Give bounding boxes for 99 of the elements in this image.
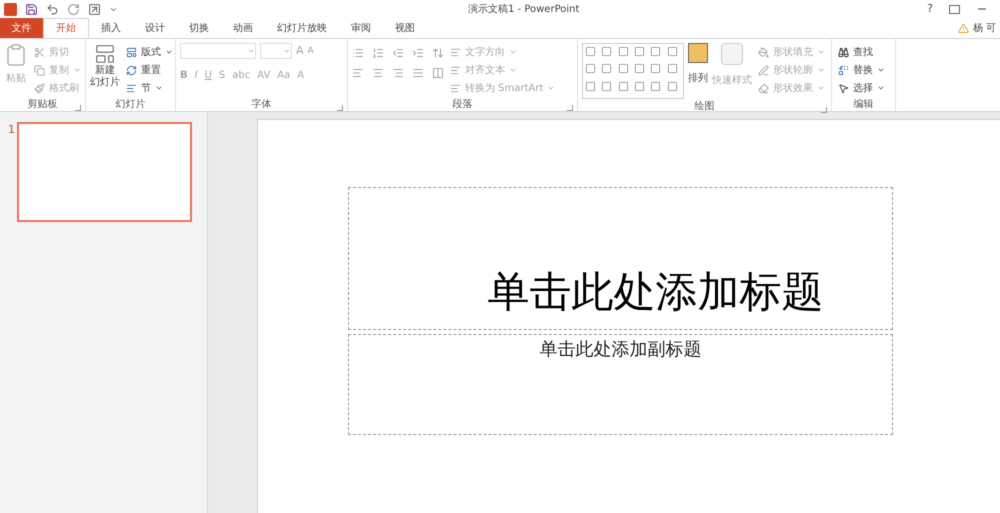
shape-icon[interactable]	[634, 63, 645, 74]
shape-icon[interactable]	[666, 46, 678, 57]
shape-icon[interactable]	[634, 46, 645, 57]
layout-icon	[126, 46, 137, 58]
caret-icon	[817, 66, 825, 74]
caret-icon	[509, 66, 517, 74]
ribbon-button[interactable]: 节	[124, 79, 175, 97]
pen-icon	[758, 64, 769, 76]
caret-icon	[165, 48, 173, 56]
ribbon-button[interactable]: 版式	[124, 43, 175, 61]
ribbon-button[interactable]: 替换	[836, 61, 887, 79]
indent-icon[interactable]	[412, 47, 424, 59]
shrink-font-button[interactable]: A	[308, 44, 314, 58]
ribbon-tab[interactable]: 动画	[221, 18, 265, 38]
caret-icon	[155, 84, 163, 92]
window-title: 演示文稿1 - PowerPoint	[468, 2, 580, 16]
undo-icon[interactable]	[46, 2, 59, 16]
ribbon-tab[interactable]: 开始	[43, 18, 89, 38]
shape-icon[interactable]	[601, 46, 612, 57]
group-label: 字体	[252, 98, 272, 112]
ribbon-button[interactable]: 查找	[836, 43, 887, 61]
shape-icon[interactable]	[634, 80, 645, 92]
ribbon-tab[interactable]: 视图	[383, 18, 427, 38]
redo-icon[interactable]	[67, 2, 80, 16]
scissors-icon	[34, 46, 45, 58]
shape-icon[interactable]	[585, 63, 596, 74]
paint-bucket-icon	[758, 46, 769, 58]
shape-icon[interactable]	[618, 63, 629, 74]
numbering-icon[interactable]	[372, 47, 384, 59]
shape-icon[interactable]	[666, 63, 678, 74]
ribbon-tab[interactable]: 切换	[177, 18, 221, 38]
new-slide-button[interactable]: 新建 幻灯片	[90, 43, 120, 97]
align-right-icon[interactable]	[392, 67, 404, 79]
app-logo-icon	[4, 2, 17, 16]
text-icon	[450, 64, 461, 76]
caret-icon	[547, 84, 556, 92]
dialog-launcher-icon[interactable]	[567, 105, 573, 111]
ribbon-tab[interactable]: 幻灯片放映	[265, 18, 339, 38]
dialog-launcher-icon[interactable]	[337, 105, 343, 111]
shape-icon[interactable]	[650, 80, 662, 92]
text-icon	[450, 82, 461, 94]
paintbrush-icon	[34, 82, 45, 94]
caret-icon	[817, 48, 825, 56]
slide-icon	[94, 43, 116, 65]
caret-icon	[73, 66, 81, 74]
slide-thumbnail[interactable]	[17, 122, 192, 222]
shape-icon[interactable]	[618, 80, 629, 92]
font-name-field[interactable]	[180, 43, 256, 60]
quick-styles-icon	[721, 43, 743, 65]
file-tab[interactable]: 文件	[0, 18, 43, 38]
ribbon-tab[interactable]: 审阅	[339, 18, 383, 38]
replace-icon	[838, 64, 849, 76]
shape-icon[interactable]	[585, 80, 596, 92]
caret-icon	[877, 84, 885, 92]
shape-icon[interactable]	[585, 46, 596, 57]
line-spacing-icon[interactable]	[432, 47, 444, 59]
ribbon-display-icon[interactable]	[949, 4, 960, 14]
caret-icon	[509, 48, 517, 56]
slide-number: 1	[8, 122, 15, 138]
shapes-gallery[interactable]	[582, 43, 684, 99]
align-left-icon[interactable]	[352, 67, 364, 79]
group-label: 剪贴板	[28, 98, 58, 112]
save-icon[interactable]	[25, 2, 38, 16]
ribbon-button[interactable]: 选择	[836, 79, 887, 97]
columns-icon[interactable]	[432, 67, 444, 79]
shape-icon[interactable]	[618, 46, 629, 57]
warning-icon	[958, 22, 969, 34]
shape-icon[interactable]	[650, 63, 662, 74]
ribbon-tab[interactable]: 设计	[133, 18, 177, 38]
justify-icon[interactable]	[412, 67, 424, 79]
outdent-icon[interactable]	[392, 47, 404, 59]
title-placeholder[interactable]: 单击此处添加标题	[348, 187, 893, 330]
caret-icon	[877, 66, 885, 74]
copy-icon	[34, 64, 45, 76]
ribbon-tab[interactable]: 插入	[89, 18, 133, 38]
eraser-icon	[758, 82, 769, 94]
subtitle-placeholder[interactable]: 单击此处添加副标题	[348, 334, 893, 435]
dialog-launcher-icon[interactable]	[75, 105, 81, 111]
group-label: 幻灯片	[116, 98, 146, 112]
pointer-icon	[838, 82, 849, 94]
arrange-icon	[688, 43, 708, 63]
group-label: 编辑	[854, 98, 874, 112]
shape-icon[interactable]	[666, 80, 678, 92]
binoculars-icon	[838, 46, 849, 58]
align-center-icon[interactable]	[372, 67, 384, 79]
help-button[interactable]: ?	[927, 0, 933, 18]
grow-font-button[interactable]: A	[296, 43, 304, 60]
shape-icon[interactable]	[650, 46, 662, 57]
reset-icon	[126, 64, 137, 76]
ribbon-button[interactable]: 重置	[124, 61, 175, 79]
shape-icon[interactable]	[601, 80, 612, 92]
font-size-field[interactable]	[260, 43, 292, 60]
group-label: 段落	[452, 98, 472, 112]
caret-icon	[817, 84, 825, 92]
text-icon	[450, 46, 461, 58]
user-name[interactable]: 杨 可	[972, 20, 996, 36]
arrange-button[interactable]: 排列	[688, 43, 708, 99]
shape-icon[interactable]	[601, 63, 612, 74]
group-label: 绘图	[694, 100, 714, 114]
